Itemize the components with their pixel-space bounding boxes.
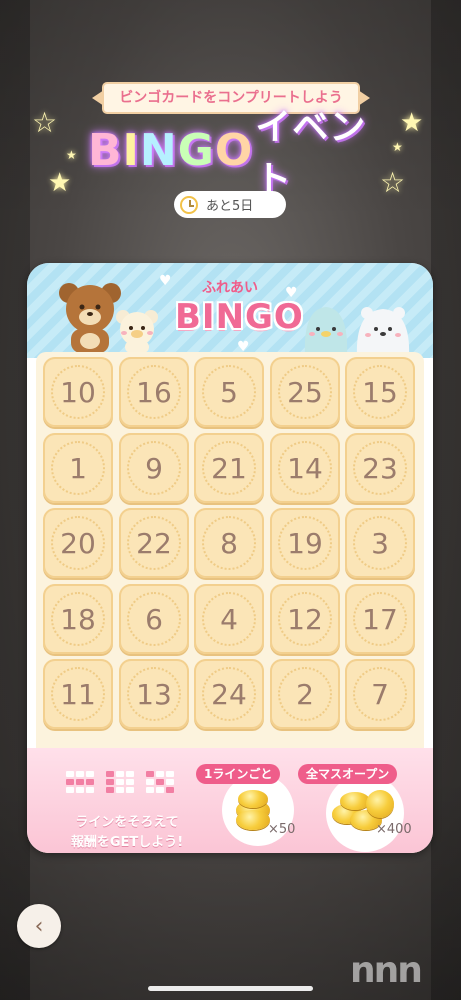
bingo-cell[interactable]: 3 — [345, 508, 415, 578]
cell-number: 3 — [371, 526, 389, 560]
bingo-cell[interactable]: 5 — [194, 357, 264, 427]
bingo-cell[interactable]: 25 — [270, 357, 340, 427]
cell-number: 6 — [145, 602, 163, 636]
cell-number: 23 — [362, 451, 398, 485]
cell-number: 7 — [371, 677, 389, 711]
bingo-lines-icon — [66, 771, 174, 793]
bingo-cell[interactable]: 16 — [119, 357, 189, 427]
bingo-cell[interactable]: 7 — [345, 659, 415, 729]
event-title: B I N G O イベント — [88, 107, 378, 200]
title-letter-o: O — [214, 124, 254, 176]
bingo-cell[interactable]: 1 — [43, 433, 113, 503]
bingo-cell[interactable]: 8 — [194, 508, 264, 578]
cell-number: 10 — [60, 375, 96, 409]
title-letter-b: B — [88, 124, 123, 176]
bingo-cell[interactable]: 19 — [270, 508, 340, 578]
reward-instructions: ラインをそろえて 報酬をGETしよう! — [52, 813, 202, 853]
sumikko-penguin-character — [304, 307, 348, 355]
star-icon: ★ — [392, 140, 403, 154]
coin-icon — [236, 810, 270, 830]
line-reward-tag: 1ラインごと — [196, 764, 281, 784]
bingo-cell[interactable]: 15 — [345, 357, 415, 427]
star-icon: ★ — [48, 168, 72, 198]
star-icon: ☆ — [380, 166, 406, 199]
cell-number: 15 — [362, 375, 398, 409]
bingo-cell[interactable]: 2 — [270, 659, 340, 729]
star-icon: ★ — [400, 108, 424, 138]
reward-instructions-line-1: ラインをそろえて — [75, 815, 179, 830]
bingo-cell[interactable]: 9 — [119, 433, 189, 503]
chevron-left-icon: ‹ — [34, 913, 44, 939]
cell-number: 9 — [145, 451, 163, 485]
back-button[interactable]: ‹ — [17, 904, 61, 948]
bingo-cell[interactable]: 6 — [119, 584, 189, 654]
bingo-cell[interactable]: 13 — [119, 659, 189, 729]
bingo-logo: BINGO — [175, 297, 304, 337]
title-letter-i: I — [122, 124, 140, 176]
bingo-cell[interactable]: 11 — [43, 659, 113, 729]
bingo-cell[interactable]: 18 — [43, 584, 113, 654]
coin-icon — [238, 790, 268, 808]
bingo-cell[interactable]: 20 — [43, 508, 113, 578]
cell-number: 4 — [220, 602, 238, 636]
time-remaining-text: あと5日 — [206, 199, 254, 214]
complete-reward-tag: 全マスオープン — [298, 764, 398, 784]
cell-number: 25 — [287, 375, 323, 409]
cell-number: 2 — [296, 677, 314, 711]
cell-number: 22 — [136, 526, 172, 560]
bingo-cell[interactable]: 22 — [119, 508, 189, 578]
heart-icon: ♥ — [159, 273, 172, 289]
line-reward-count: ×50 — [268, 822, 296, 837]
cell-number: 20 — [60, 526, 96, 560]
bingo-cell[interactable]: 14 — [270, 433, 340, 503]
clock-icon — [180, 195, 198, 214]
cell-number: 1 — [69, 451, 87, 485]
bingo-cell[interactable]: 23 — [345, 433, 415, 503]
cell-number: 24 — [211, 677, 247, 711]
cell-number: 21 — [211, 451, 247, 485]
cell-number: 11 — [60, 677, 96, 711]
bingo-cell[interactable]: 17 — [345, 584, 415, 654]
home-indicator[interactable] — [148, 986, 313, 991]
bingo-cell[interactable]: 4 — [194, 584, 264, 654]
cell-number: 19 — [287, 526, 323, 560]
bingo-cell[interactable]: 12 — [270, 584, 340, 654]
title-letter-g: G — [177, 124, 215, 176]
cell-number: 13 — [136, 677, 172, 711]
time-remaining-badge: あと5日 — [174, 191, 286, 218]
cell-number: 17 — [362, 602, 398, 636]
star-icon: ★ — [66, 148, 77, 162]
reward-instructions-line-2: 報酬をGETしよう! — [70, 835, 184, 850]
star-icon: ☆ — [32, 106, 58, 139]
cell-number: 16 — [136, 375, 172, 409]
bingo-cell[interactable]: 21 — [194, 433, 264, 503]
cell-number: 12 — [287, 602, 323, 636]
cell-number: 18 — [60, 602, 96, 636]
bingo-logo-subtitle: ふれあい — [202, 280, 258, 296]
white-bear-character — [116, 310, 158, 353]
cell-number: 14 — [287, 451, 323, 485]
complete-reward-count: ×400 — [376, 822, 412, 837]
coin-icon — [366, 790, 394, 818]
cell-number: 8 — [220, 526, 238, 560]
bingo-cell[interactable]: 10 — [43, 357, 113, 427]
title-letter-n: N — [139, 124, 178, 176]
polar-bear-character — [356, 307, 410, 357]
title-suffix: イベント — [255, 107, 367, 200]
cell-number: 5 — [220, 375, 238, 409]
bingo-cell[interactable]: 24 — [194, 659, 264, 729]
watermark-logo: nnn — [350, 950, 423, 991]
